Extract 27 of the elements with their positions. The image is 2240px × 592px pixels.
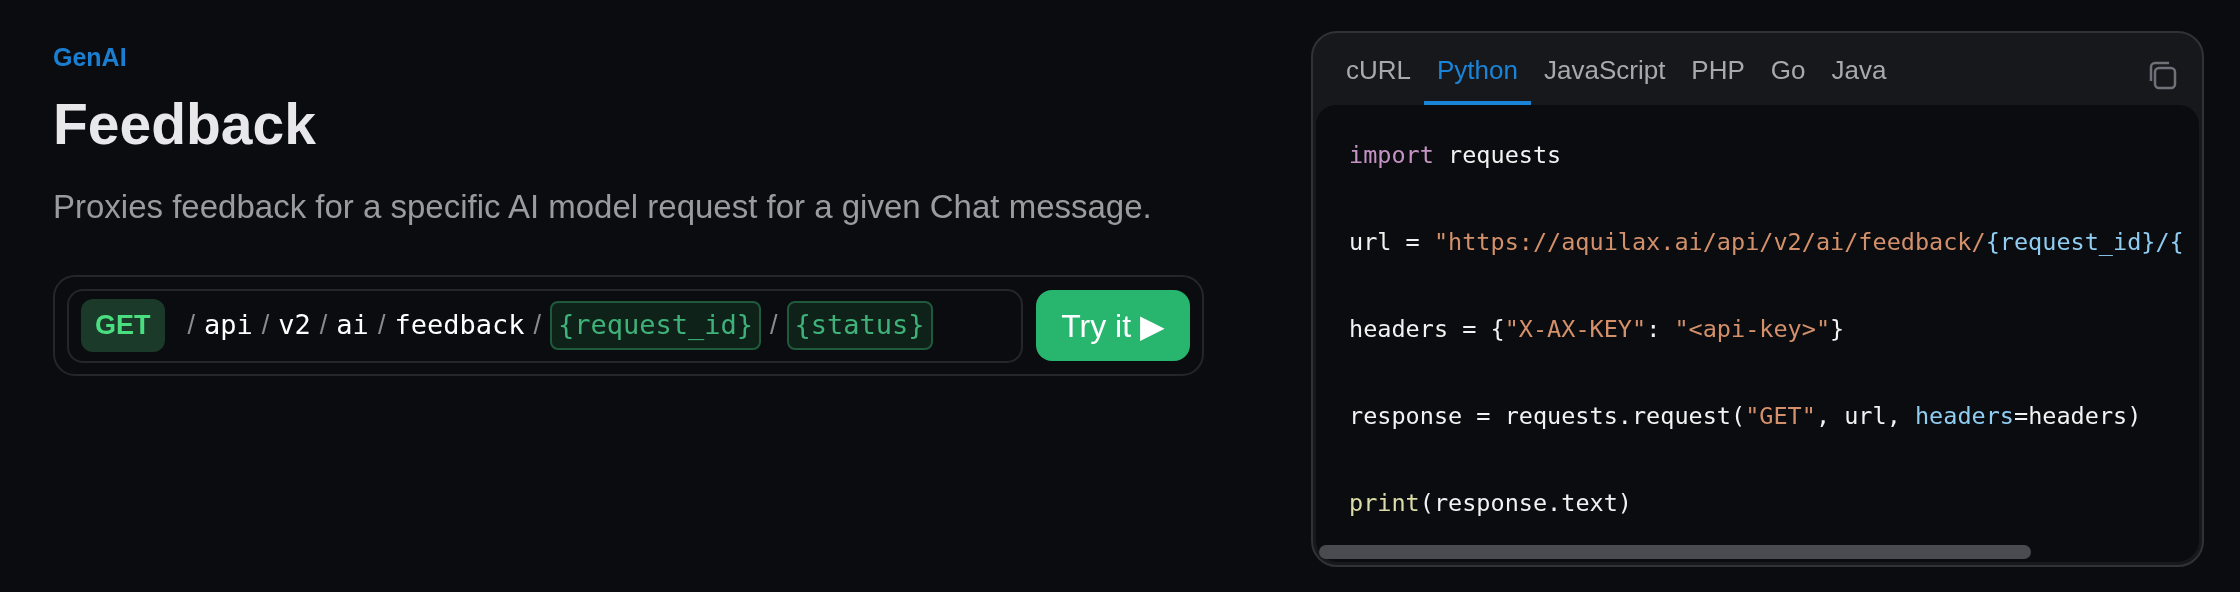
path-separator: /: [533, 309, 541, 343]
page-title: Feedback: [53, 91, 316, 158]
language-tab[interactable]: Go: [1757, 33, 1819, 105]
language-tab[interactable]: PHP: [1678, 33, 1758, 105]
section-label: GenAI: [53, 42, 127, 73]
language-tab[interactable]: Java: [1818, 33, 1900, 105]
path-separator: /: [319, 309, 328, 343]
code-line: response = requests.request("GET", url, headers=headers): [1349, 402, 2142, 430]
scrollbar-thumb[interactable]: [1319, 545, 2031, 559]
path-separator: /: [770, 309, 778, 343]
method-badge: GET: [81, 299, 165, 352]
description: Proxies feedback for a specific AI model request for a given Chat message.: [53, 187, 1153, 227]
path-parameter: {request_id}: [549, 301, 762, 350]
path-text: v2: [278, 308, 311, 343]
path-separator: /: [377, 309, 386, 343]
code-line: import requests: [1349, 141, 1562, 169]
code-line: url = "https://aquilax.ai/api/v2/ai/feedback/{request_id}/{: [1349, 228, 2184, 256]
path-separator: /: [187, 309, 196, 343]
path-text: api: [204, 308, 253, 343]
path-text: ai: [336, 308, 369, 343]
language-tab[interactable]: cURL: [1333, 33, 1424, 105]
language-tab[interactable]: JavaScript: [1530, 33, 1679, 105]
code-line: headers = {"X-AX-KEY": "<api-key>"}: [1349, 315, 1845, 343]
code-line: print(response.text): [1349, 489, 1632, 517]
path-parameter: {status}: [786, 301, 933, 350]
path-text: feedback: [394, 308, 525, 343]
path-separator: /: [261, 309, 270, 343]
